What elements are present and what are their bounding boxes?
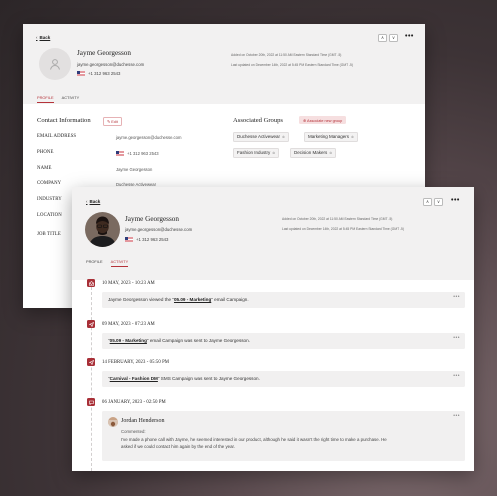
industry-label: INDUSTRY (37, 197, 62, 202)
contact-information-title: Contact Information (37, 117, 91, 124)
comment-item: Jordan Henderson Commented: I've made a … (102, 411, 465, 461)
group-tag[interactable]: Marketing Managers ⊗ (304, 132, 358, 142)
group-tag[interactable]: Duchesse Activewear ⊗ (233, 132, 289, 142)
contact-email: jayme.georgesson@duchesse.com (77, 62, 145, 67)
activity-date: 09 MAY, 2023 - 07:23 AM (102, 322, 155, 327)
chevron-left-icon: ‹ (36, 35, 38, 40)
added-timestamp: Added on October 20th, 2022 at 11:50 AM … (231, 53, 342, 57)
comment-label: Commented: (121, 429, 146, 434)
contact-name: Jayme Georgesson (125, 215, 179, 223)
activity-item: "Carnival - Fashion DM" SMS Campaign was… (102, 371, 465, 387)
updated-timestamp: Last updated on December 14th, 2022 at 5… (282, 227, 404, 231)
phone-value: +1 312 963 2543 (116, 151, 159, 156)
more-options-icon[interactable]: ••• (453, 335, 460, 341)
added-timestamp: Added on October 20th, 2022 at 11:50 AM … (282, 217, 393, 221)
us-flag-icon (116, 151, 124, 156)
more-options-icon[interactable]: ••• (453, 373, 460, 379)
chevron-left-icon: ‹ (86, 199, 88, 204)
company-label: COMPANY (37, 181, 62, 186)
job-title-label: JOB TITLE (37, 232, 61, 237)
associate-new-group-button[interactable]: ⊕ Associate new group (299, 116, 347, 125)
sms-sent-icon (87, 358, 95, 366)
group-tag[interactable]: Decision Makers ⊗ (290, 148, 337, 158)
tab-profile[interactable]: PROFILE (37, 95, 54, 103)
avatar-placeholder-icon (39, 48, 71, 80)
email-value: jayme.georgesson@duchesse.com (116, 135, 182, 140)
more-options-icon[interactable]: ••• (405, 33, 414, 40)
tab-profile[interactable]: PROFILE (86, 259, 103, 267)
profile-header (72, 187, 474, 280)
chevron-down-icon[interactable]: ∨ (434, 198, 443, 206)
campaign-link[interactable]: 05.09 - Marketing (110, 338, 147, 343)
activity-text: "05.09 - Marketing" email Campaign was s… (108, 338, 250, 343)
contact-activity-panel: ‹ Back ∧ ∨ ••• Jayme Georgesson jayme.geo… (72, 187, 474, 471)
timeline-line (91, 287, 92, 471)
name-value: Jayme Georgesson (116, 167, 153, 172)
campaign-link[interactable]: 05.09 - Marketing (174, 297, 211, 302)
email-open-icon (87, 279, 95, 287)
name-label: NAME (37, 166, 52, 171)
activity-text: Jayme Georgesson viewed the "05.09 - Mar… (108, 297, 249, 302)
contact-email: jayme.georgesson@duchesse.com (125, 227, 193, 232)
more-options-icon[interactable]: ••• (453, 413, 460, 419)
phone-label: PHONE (37, 150, 54, 155)
activity-date: 06 JANUARY, 2023 - 02:50 PM (102, 400, 166, 405)
chevron-up-icon[interactable]: ∧ (378, 34, 387, 42)
updated-timestamp: Last updated on December 14th, 2022 at 5… (231, 63, 353, 67)
contact-phone: +1 312 963 2543 (77, 71, 120, 76)
campaign-link[interactable]: Carnival - Fashion DM (110, 376, 158, 381)
us-flag-icon (77, 71, 85, 76)
back-link[interactable]: ‹ Back (86, 199, 100, 204)
record-navigation: ∧ ∨ (423, 198, 443, 206)
activity-date: 10 MAY, 2023 - 10:23 AM (102, 281, 155, 286)
tab-bar: PROFILE ACTIVITY (37, 95, 79, 103)
close-icon[interactable]: ⊗ (351, 135, 354, 139)
edit-button[interactable]: ✎ Edit (103, 117, 122, 127)
close-icon[interactable]: ⊗ (329, 151, 332, 155)
activity-item: "05.09 - Marketing" email Campaign was s… (102, 333, 465, 349)
close-icon[interactable]: ⊗ (272, 151, 275, 155)
location-label: LOCATION (37, 213, 62, 218)
email-sent-icon (87, 320, 95, 328)
tab-activity[interactable]: ACTIVITY (110, 259, 129, 267)
contact-phone: +1 312 963 2543 (125, 237, 168, 242)
tab-activity[interactable]: ACTIVITY (62, 95, 80, 103)
more-options-icon[interactable]: ••• (453, 294, 460, 300)
more-options-icon[interactable]: ••• (451, 197, 460, 204)
contact-name: Jayme Georgesson (77, 49, 131, 57)
us-flag-icon (125, 237, 133, 242)
contact-avatar (85, 212, 120, 247)
group-tag[interactable]: Fashion Industry ⊗ (233, 148, 280, 158)
email-label: EMAIL ADDRESS (37, 134, 77, 139)
chevron-up-icon[interactable]: ∧ (423, 198, 432, 206)
activity-item: Jayme Georgesson viewed the "05.09 - Mar… (102, 292, 465, 308)
comment-author: Jordan Henderson (121, 418, 165, 424)
author-avatar (108, 417, 118, 427)
chevron-down-icon[interactable]: ∨ (389, 34, 398, 42)
comment-body: I've made a phone call with Jayme, he se… (121, 437, 387, 450)
close-icon[interactable]: ⊗ (282, 135, 285, 139)
activity-text: "Carnival - Fashion DM" SMS Campaign was… (108, 376, 260, 381)
back-link[interactable]: ‹ Back (36, 35, 50, 40)
record-navigation: ∧ ∨ (378, 34, 398, 42)
associated-groups-title: Associated Groups (233, 117, 283, 124)
comment-icon (87, 398, 95, 406)
activity-date: 14 FEBRUARY, 2023 - 05:50 PM (102, 360, 170, 365)
tab-bar: PROFILE ACTIVITY (86, 259, 129, 267)
